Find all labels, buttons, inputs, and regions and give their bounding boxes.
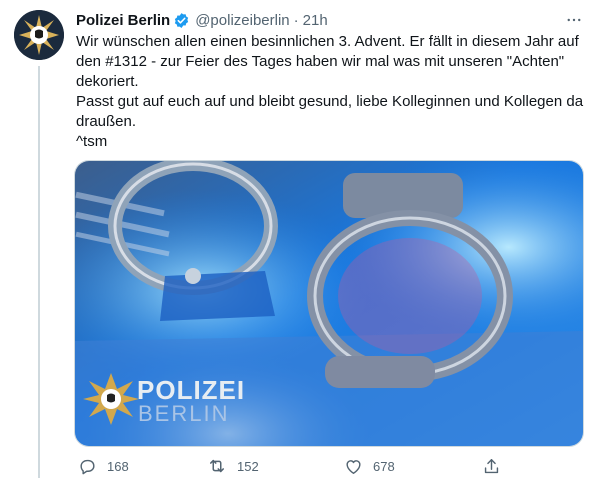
like-count: 678 <box>373 458 395 474</box>
more-icon[interactable] <box>562 8 586 32</box>
timestamp[interactable]: 21h <box>303 12 328 29</box>
tweet-actions: 168 152 678 <box>70 454 510 478</box>
share-button[interactable] <box>480 454 502 478</box>
tweet[interactable]: Polizei Berlin @polizeiberlin · 21h Wir … <box>0 0 598 486</box>
verified-badge-icon <box>173 12 190 29</box>
tweet-text: Wir wünschen allen einen besinnlichen 3.… <box>76 33 584 150</box>
heart-icon <box>342 455 364 477</box>
share-icon <box>480 455 502 477</box>
display-name[interactable]: Polizei Berlin <box>76 12 170 29</box>
like-button[interactable]: 678 <box>342 454 395 478</box>
avatar[interactable] <box>14 10 64 60</box>
reply-icon <box>76 455 98 477</box>
thread-line <box>38 66 40 478</box>
reply-button[interactable]: 168 <box>76 454 129 478</box>
tweet-header: Polizei Berlin @polizeiberlin · 21h <box>76 10 586 30</box>
separator: · <box>293 11 299 29</box>
retweet-count: 152 <box>237 458 259 474</box>
watermark-title: POLIZEI <box>137 375 246 405</box>
retweet-button[interactable]: 152 <box>206 454 259 478</box>
watermark-subtitle: BERLIN <box>138 401 230 426</box>
retweet-icon <box>206 455 228 477</box>
reply-count: 168 <box>107 458 129 474</box>
handle[interactable]: @polizeiberlin <box>195 12 289 29</box>
avatar-column <box>14 10 64 60</box>
police-star-logo <box>14 10 64 60</box>
